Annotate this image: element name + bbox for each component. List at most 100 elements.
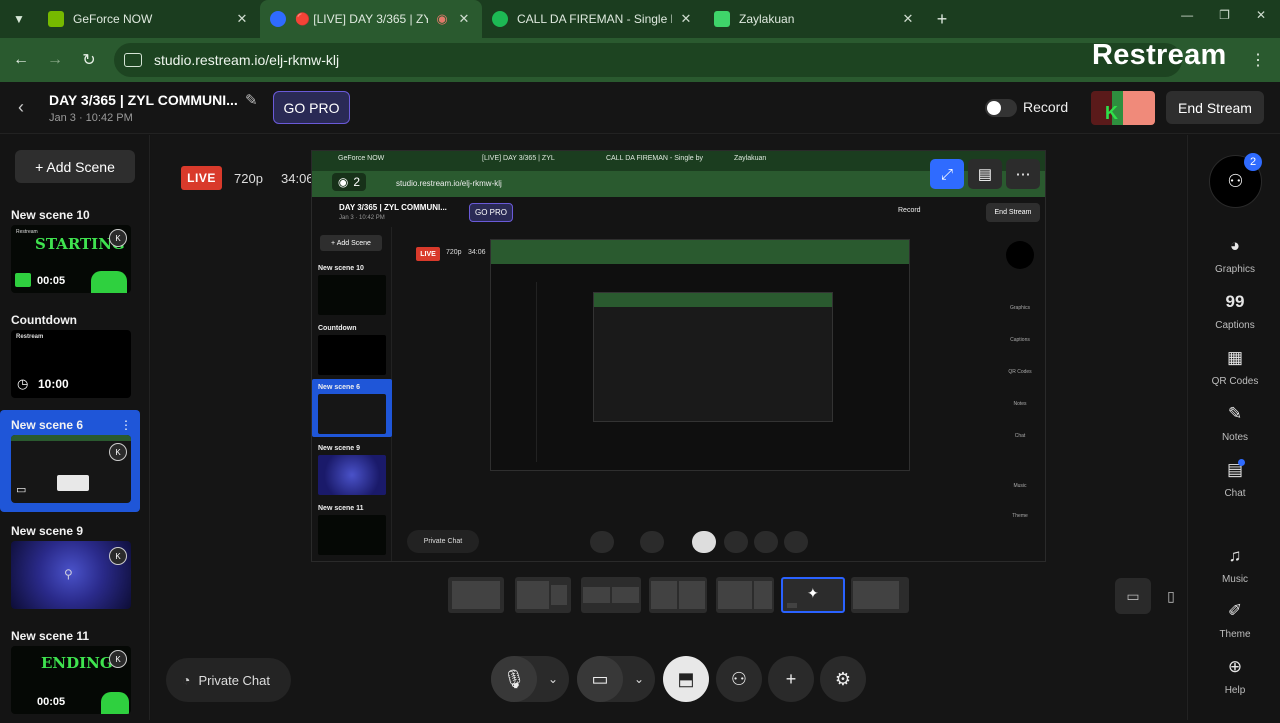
scene-thumbnail[interactable]: K ▭ [11, 435, 131, 503]
preview-guest-button [1006, 241, 1034, 269]
preview-scene-label: New scene 10 [318, 265, 364, 272]
preview-mic-control [590, 531, 614, 553]
mic-options-chevron-icon[interactable]: ⌄ [537, 672, 569, 686]
back-arrow-icon[interactable]: ← [4, 51, 38, 69]
scene-item-active[interactable]: New scene 6 ⋮ K ▭ [0, 410, 140, 512]
browser-menu-icon[interactable]: ⋮ [1250, 50, 1266, 70]
layout-settings-icon[interactable]: ▤ [968, 159, 1002, 189]
scene-item[interactable]: New scene 10 Restream STARTING K 00:05 [0, 203, 140, 303]
stream-title: DAY 3/365 | ZYL COMMUNI... [49, 92, 238, 108]
thumb-brand-text: Restream [16, 334, 44, 340]
scene-more-icon[interactable]: ⋮ [120, 418, 132, 432]
rail-label: Notes [1221, 432, 1249, 443]
record-toggle[interactable] [985, 99, 1017, 117]
go-pro-button[interactable]: GO PRO [273, 91, 350, 124]
music-button[interactable]: ♫ Music [1200, 546, 1270, 585]
minimize-icon[interactable]: — [1181, 8, 1193, 22]
preview-record: Record [898, 207, 921, 214]
end-stream-button[interactable]: End Stream [1166, 91, 1264, 124]
invite-guest-icon[interactable]: ⚇ [716, 656, 762, 702]
private-chat-button[interactable]: ◔ Private Chat [166, 658, 291, 702]
microphone-icon[interactable]: 🎙 [491, 656, 537, 702]
scene-item[interactable]: New scene 9 K ⚲ [0, 518, 140, 618]
restore-icon[interactable]: ❐ [1219, 8, 1230, 22]
theme-button[interactable]: ✐ Theme [1200, 601, 1270, 640]
private-chat-label: Private Chat [198, 672, 271, 688]
captions-button[interactable]: 99 Captions [1200, 292, 1270, 331]
scene-item[interactable]: Countdown Restream ◷ 10:00 [0, 308, 140, 408]
close-tab-icon[interactable]: ✕ [678, 11, 694, 27]
settings-gear-icon[interactable]: ⚙ [820, 656, 866, 702]
scenes-sidebar: + Add Scene New scene 10 Restream STARTI… [0, 135, 150, 720]
preview-rail-label: QR Codes [1008, 369, 1032, 375]
layout-picture-in-picture[interactable] [515, 577, 571, 613]
clock-icon: ◷ [17, 376, 29, 391]
qr-codes-button[interactable]: ▦ QR Codes [1200, 348, 1270, 387]
mobile-view-icon[interactable]: ▯ [1153, 578, 1189, 614]
layout-single[interactable] [448, 577, 504, 613]
scene-thumbnail[interactable]: ENDING K 00:05 [11, 646, 131, 714]
share-screen-icon[interactable]: ⬒ [663, 656, 709, 702]
close-tab-icon[interactable]: ✕ [234, 11, 250, 27]
stream-duration: 34:06 [281, 171, 314, 186]
rail-label: Music [1221, 574, 1249, 585]
tab-search-chevron-icon[interactable]: ▼ [0, 0, 38, 38]
preview-share-control [692, 531, 716, 553]
preview-sidebar: + Add Scene New scene 10 Countdown New s… [312, 227, 392, 561]
avatar[interactable]: K [1091, 91, 1155, 125]
camera-options-chevron-icon[interactable]: ⌄ [623, 672, 655, 686]
graphics-button[interactable]: ◕ Graphics [1200, 236, 1270, 275]
notes-button[interactable]: ✎ Notes [1200, 404, 1270, 443]
forward-arrow-icon[interactable]: → [38, 51, 72, 69]
url-text: studio.restream.io/elj-rkmw-klj [154, 52, 340, 68]
layout-split[interactable] [581, 577, 641, 613]
scene-item[interactable]: New scene 11 ENDING K 00:05 [0, 623, 140, 723]
close-tab-icon[interactable]: ✕ [456, 11, 472, 27]
site-info-icon[interactable] [124, 53, 142, 67]
scene-label: Countdown [11, 313, 77, 327]
recording-indicator-icon: ◉ [436, 11, 448, 26]
preview-more-icon[interactable]: ⋯ [1006, 159, 1040, 189]
reload-icon[interactable]: ↻ [72, 50, 106, 70]
layout-custom[interactable] [851, 577, 909, 613]
edit-title-pencil-icon[interactable]: ✎ [245, 91, 258, 109]
browser-tab-zaylakuan[interactable]: Zaylakuan ✕ [704, 0, 926, 38]
avatar-badge-icon: K [109, 547, 127, 565]
new-tab-icon[interactable]: + [926, 9, 958, 30]
film-icon [15, 273, 31, 287]
desktop-view-icon[interactable]: ▭ [1115, 578, 1151, 614]
stream-preview[interactable]: GeForce NOW [LIVE] DAY 3/365 | ZYL CALL … [311, 150, 1046, 562]
layout-side-by-side[interactable] [649, 577, 707, 613]
add-source-icon[interactable]: + [768, 656, 814, 702]
preview-add-control [754, 531, 778, 553]
preview-duration: 34:06 [468, 249, 486, 256]
avatar-badge-icon: K [109, 229, 127, 247]
scene-thumbnail[interactable]: Restream ◷ 10:00 [11, 330, 131, 398]
help-button[interactable]: ⊕ Help [1200, 657, 1270, 696]
close-tab-icon[interactable]: ✕ [900, 11, 916, 27]
browser-tab-geforce[interactable]: GeForce NOW ✕ [38, 0, 260, 38]
fullscreen-expand-icon[interactable]: ⤢ [930, 159, 964, 189]
browser-tab-live[interactable]: 🔴 [LIVE] DAY 3/365 | ZYL C ◉ ✕ [260, 0, 482, 38]
nested-nested-bar [594, 293, 832, 307]
rail-label: Theme [1219, 629, 1251, 640]
browser-tab-spotify[interactable]: CALL DA FIREMAN - Single by D ✕ [482, 0, 704, 38]
scene-thumbnail[interactable]: Restream STARTING K 00:05 [11, 225, 131, 293]
preview-title: DAY 3/365 | ZYL COMMUNI... [339, 203, 447, 212]
zaylakuan-favicon-icon [714, 11, 730, 27]
help-icon: ⊕ [1227, 657, 1243, 676]
preview-resolution: 720p [446, 249, 462, 256]
avatar-badge-icon: K [109, 443, 127, 461]
url-field[interactable]: studio.restream.io/elj-rkmw-klj [114, 43, 1182, 77]
scene-thumbnail[interactable]: K ⚲ [11, 541, 131, 609]
rail-label: Chat [1224, 488, 1246, 499]
qr-icon: ▦ [1226, 348, 1244, 367]
add-scene-button[interactable]: + Add Scene [15, 150, 135, 183]
close-window-icon[interactable]: ✕ [1256, 8, 1266, 22]
tab-title: CALL DA FIREMAN - Single by D [517, 12, 672, 26]
layout-grid[interactable] [716, 577, 774, 613]
back-chevron-icon[interactable]: ‹ [18, 97, 24, 118]
layout-screen-selected[interactable]: ✦ [781, 577, 845, 613]
camera-icon[interactable]: ▭ [577, 656, 623, 702]
chat-button[interactable]: ▤ Chat [1200, 460, 1270, 499]
